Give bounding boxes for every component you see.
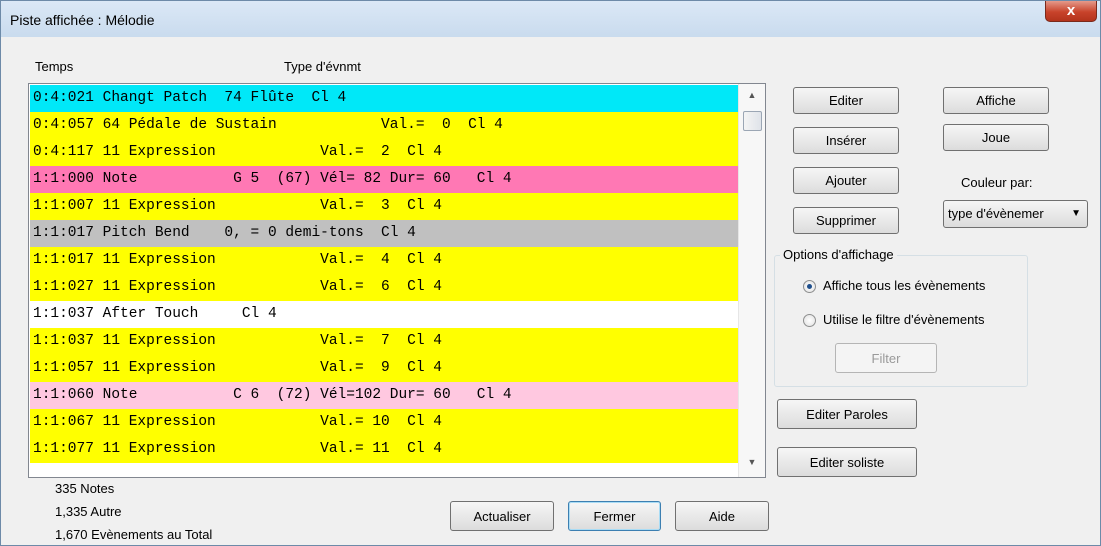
event-list-window: Piste affichée : Mélodie x Temps Type d'… (0, 0, 1101, 546)
vertical-scrollbar[interactable]: ▲ ▼ (738, 84, 765, 477)
event-row[interactable]: 0:4:021 Changt Patch 74 Flûte Cl 4 (30, 85, 738, 112)
event-rows: 0:4:021 Changt Patch 74 Flûte Cl 4 0:4:05… (30, 85, 738, 463)
use-filter-radio[interactable] (803, 314, 816, 327)
chevron-down-icon: ▼ (1071, 208, 1081, 219)
event-row[interactable]: 1:1:037 11 Expression Val.= 7 Cl 4 (30, 328, 738, 355)
refresh-button[interactable]: Actualiser (450, 501, 554, 531)
play-button[interactable]: Joue (943, 124, 1049, 151)
edit-button[interactable]: Editer (793, 87, 899, 114)
close-icon: x (1066, 2, 1076, 19)
help-button[interactable]: Aide (675, 501, 769, 531)
insert-button[interactable]: Insérer (793, 127, 899, 154)
color-by-select[interactable]: type d'évènemer ▼ (943, 200, 1088, 228)
delete-button[interactable]: Supprimer (793, 207, 899, 234)
edit-soloist-button[interactable]: Editer soliste (777, 447, 917, 477)
close-button[interactable]: x (1045, 1, 1097, 22)
event-row[interactable]: 1:1:077 11 Expression Val.= 11 Cl 4 (30, 436, 738, 463)
color-by-value: type d'évènemer (948, 206, 1044, 221)
window-title: Piste affichée : Mélodie (10, 12, 155, 28)
scroll-thumb[interactable] (743, 111, 762, 131)
display-options-title: Options d'affichage (780, 247, 897, 262)
color-by-label: Couleur par: (961, 175, 1033, 190)
title-bar[interactable]: Piste affichée : Mélodie x (1, 1, 1100, 37)
notes-count: 335 Notes (55, 481, 115, 496)
column-header-time: Temps (35, 59, 74, 74)
event-row[interactable]: 1:1:060 Note C 6 (72) Vél=102 Dur= 60 Cl… (30, 382, 738, 409)
edit-lyrics-button[interactable]: Editer Paroles (777, 399, 917, 429)
show-all-radio[interactable] (803, 280, 816, 293)
close-dialog-button[interactable]: Fermer (568, 501, 661, 531)
event-row[interactable]: 1:1:057 11 Expression Val.= 9 Cl 4 (30, 355, 738, 382)
column-header-type: Type d'évnmt (284, 59, 361, 74)
event-row[interactable]: 1:1:027 11 Expression Val.= 6 Cl 4 (30, 274, 738, 301)
event-row[interactable]: 0:4:117 11 Expression Val.= 2 Cl 4 (30, 139, 738, 166)
event-list[interactable]: 0:4:021 Changt Patch 74 Flûte Cl 4 0:4:05… (28, 83, 766, 478)
other-count: 1,335 Autre (55, 504, 122, 519)
scroll-down-icon[interactable]: ▼ (739, 457, 765, 467)
event-row[interactable]: 1:1:067 11 Expression Val.= 10 Cl 4 (30, 409, 738, 436)
filter-button: Filter (835, 343, 937, 373)
event-row[interactable]: 0:4:057 64 Pédale de Sustain Val.= 0 Cl … (30, 112, 738, 139)
show-button[interactable]: Affiche (943, 87, 1049, 114)
scroll-up-icon[interactable]: ▲ (739, 90, 765, 100)
event-row[interactable]: 1:1:000 Note G 5 (67) Vél= 82 Dur= 60 Cl… (30, 166, 738, 193)
event-row[interactable]: 1:1:037 After Touch Cl 4 (30, 301, 738, 328)
use-filter-label[interactable]: Utilise le filtre d'évènements (823, 312, 984, 327)
show-all-label[interactable]: Affiche tous les évènements (823, 278, 985, 293)
add-button[interactable]: Ajouter (793, 167, 899, 194)
event-row[interactable]: 1:1:017 11 Expression Val.= 4 Cl 4 (30, 247, 738, 274)
total-count: 1,670 Evènements au Total (55, 527, 213, 542)
event-row[interactable]: 1:1:007 11 Expression Val.= 3 Cl 4 (30, 193, 738, 220)
event-row[interactable]: 1:1:017 Pitch Bend 0, = 0 demi-tons Cl 4 (30, 220, 738, 247)
